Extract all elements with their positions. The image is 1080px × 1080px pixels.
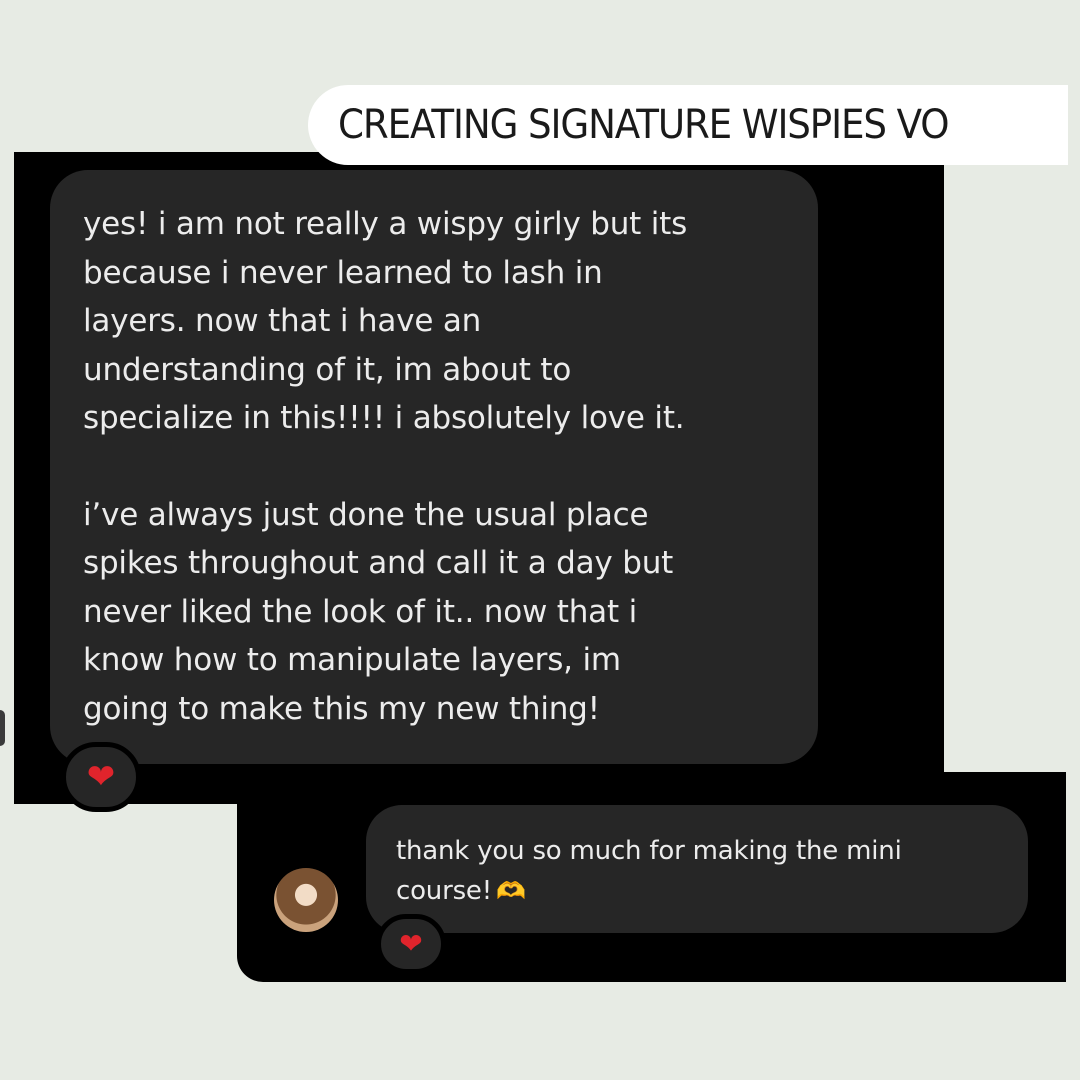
- user-avatar[interactable]: [274, 868, 338, 932]
- message-paragraph: i’ve always just done the usual place sp…: [83, 496, 674, 727]
- heart-hands-icon: 🫶: [495, 877, 526, 905]
- heart-reaction-badge[interactable]: ❤: [61, 742, 141, 812]
- message-text: thank you so much for making the mini co…: [396, 831, 1008, 911]
- heart-reaction-badge[interactable]: ❤: [376, 914, 446, 974]
- title-banner: CREATING SIGNATURE WISPIES VO: [308, 85, 1068, 165]
- message-bubble-2[interactable]: thank you so much for making the mini co…: [366, 805, 1028, 933]
- heart-icon: ❤: [86, 758, 116, 796]
- avatar-edge: [0, 710, 5, 746]
- message-paragraph: yes! i am not really a wispy girly but i…: [83, 206, 688, 436]
- page-title: CREATING SIGNATURE WISPIES VO: [338, 102, 950, 148]
- message-bubble-1[interactable]: yes! i am not really a wispy girly but i…: [50, 170, 818, 764]
- heart-icon: ❤: [399, 928, 423, 959]
- message-text-content: thank you so much for making the mini co…: [396, 836, 902, 906]
